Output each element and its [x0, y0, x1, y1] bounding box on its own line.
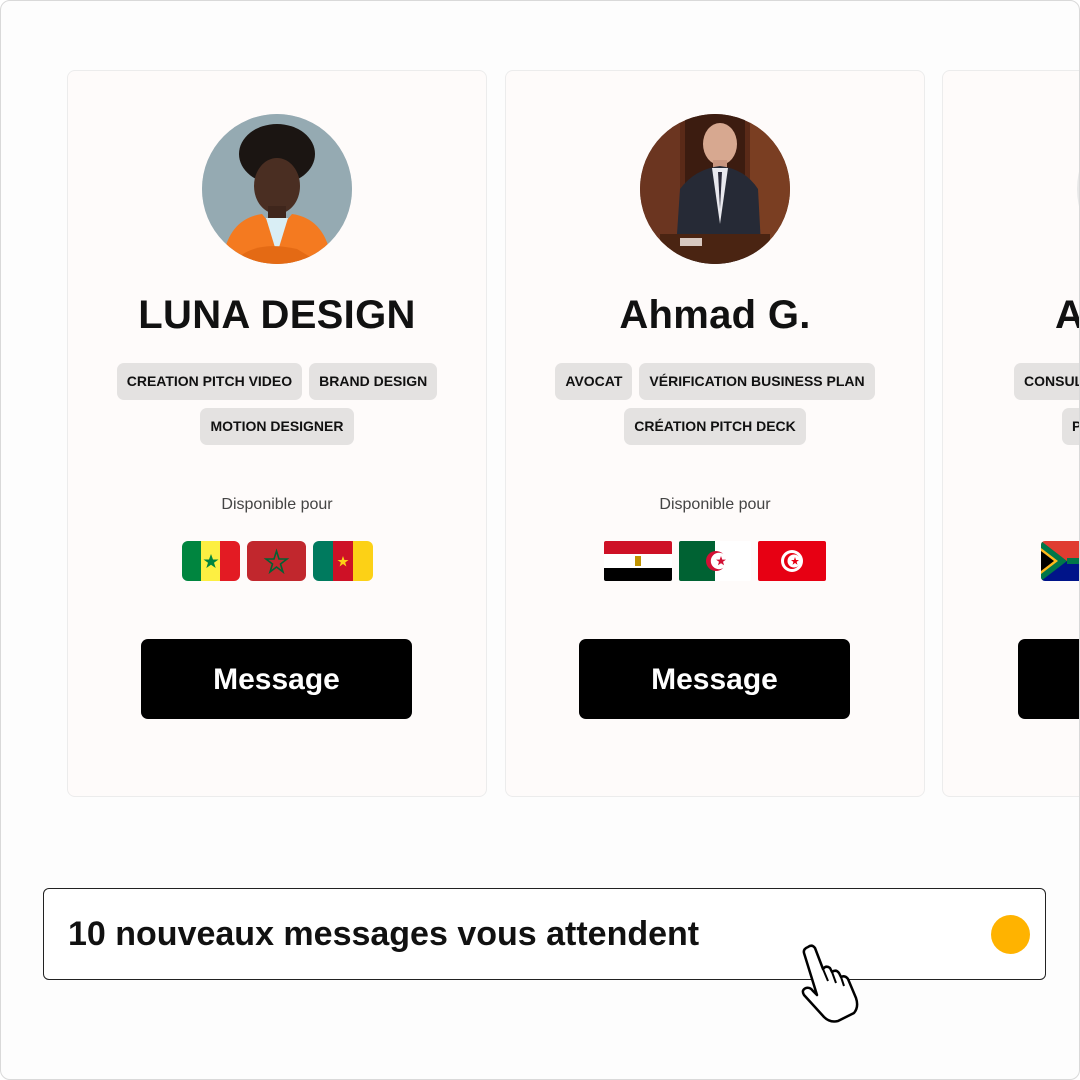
profile-name: Ahmad G.	[619, 293, 811, 337]
avatar[interactable]	[640, 114, 790, 264]
profile-name: A	[1055, 293, 1079, 338]
skill-tag[interactable]: VÉRIFICATION BUSINESS PLAN	[639, 363, 875, 400]
page-frame: LUNA DESIGN CREATION PITCH VIDEO BRAND D…	[0, 0, 1080, 1080]
availability-label: Disponible pour	[659, 496, 771, 513]
skill-tags: P	[1062, 408, 1079, 445]
avatar-photo-icon	[640, 114, 790, 264]
skill-tag[interactable]: AVOCAT	[555, 363, 633, 400]
skill-tags: AVOCAT VÉRIFICATION BUSINESS PLAN CRÉATI…	[536, 363, 894, 445]
cameroon-flag-icon	[312, 541, 373, 581]
message-button[interactable]: Message	[141, 639, 412, 719]
morocco-flag-icon	[246, 541, 306, 581]
skill-tag[interactable]: CREATION PITCH VIDEO	[116, 363, 303, 400]
country-flags	[506, 541, 924, 581]
south-africa-flag-icon	[1041, 541, 1079, 581]
profile-card-luna-design: LUNA DESIGN CREATION PITCH VIDEO BRAND D…	[67, 70, 487, 797]
avatar[interactable]	[202, 114, 352, 264]
senegal-flag-icon	[181, 541, 240, 581]
skill-tag[interactable]: MOTION DESIGNER	[200, 408, 354, 445]
new-messages-text: 10 nouveaux messages vous attendent	[68, 915, 700, 953]
avatar-photo-icon	[202, 114, 352, 264]
availability-label: Disponible pour	[221, 496, 333, 513]
skill-tag[interactable]: P	[1062, 408, 1079, 445]
country-flags	[68, 541, 486, 581]
skill-tag[interactable]: CRÉATION PITCH DECK	[624, 408, 806, 445]
egypt-flag-icon	[604, 541, 672, 581]
profile-name: LUNA DESIGN	[138, 293, 416, 337]
message-button[interactable]	[1018, 639, 1079, 719]
new-messages-banner[interactable]: 10 nouveaux messages vous attendent	[43, 888, 1046, 980]
skill-tags: CREATION PITCH VIDEO BRAND DESIGN MOTION…	[98, 363, 456, 445]
profile-card-ahmad-g: Ahmad G. AVOCAT VÉRIFICATION BUSINESS PL…	[505, 70, 925, 797]
hand-pointer-cursor-icon	[801, 944, 859, 1023]
country-flags	[1041, 541, 1079, 581]
unread-indicator-dot	[991, 915, 1030, 954]
tunisia-flag-icon	[758, 541, 826, 581]
profile-card-partial: A CONSUL P	[942, 70, 1079, 797]
algeria-flag-icon	[679, 541, 751, 581]
message-button[interactable]: Message	[579, 639, 850, 719]
skill-tags: CONSUL	[1014, 363, 1079, 400]
skill-tag[interactable]: BRAND DESIGN	[309, 363, 438, 400]
skill-tag[interactable]: CONSUL	[1014, 363, 1079, 400]
